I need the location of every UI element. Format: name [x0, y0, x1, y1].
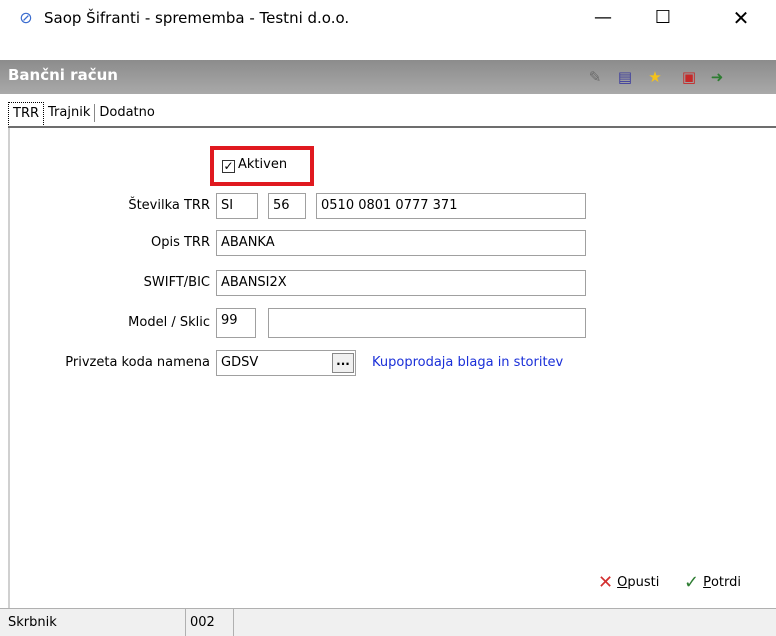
koda-label: Privzeta koda namena — [65, 355, 210, 370]
tab-underline — [8, 126, 776, 128]
exit-icon[interactable]: ➜ — [706, 66, 728, 88]
status-value: 002 — [186, 609, 234, 636]
app-logo-icon: ⊘ — [19, 8, 33, 27]
tab-trr[interactable]: TRR — [8, 101, 45, 125]
trr-check-field[interactable]: 56 — [268, 193, 306, 219]
cancel-button[interactable]: ✕ Opusti — [598, 568, 659, 596]
swift-label: SWIFT/BIC — [143, 275, 210, 290]
close-button[interactable]: ✕ — [718, 0, 764, 36]
page-title: Bančni račun — [8, 66, 118, 84]
opis-field[interactable]: ABANKA — [216, 230, 586, 256]
trr-number-field[interactable]: 0510 0801 0777 371 — [316, 193, 586, 219]
star-icon[interactable]: ★ — [644, 66, 666, 88]
tab-trajnik[interactable]: Trajnik — [44, 102, 94, 124]
window-title: Saop Šifranti - sprememba - Testni d.o.o… — [44, 9, 350, 27]
cancel-label: pusti — [627, 574, 660, 590]
active-checkbox[interactable]: ✓ — [222, 160, 235, 173]
cancel-hotkey: O — [617, 574, 628, 590]
maximize-button[interactable]: ☐ — [640, 0, 686, 36]
cancel-icon: ✕ — [598, 571, 614, 593]
swift-field[interactable]: ABANSI2X — [216, 270, 586, 296]
model-label: Model / Sklic — [128, 315, 210, 330]
record-header: Bančni račun ✎ ▤ ★ ▣ ➜ — [0, 60, 776, 94]
document-icon[interactable]: ▣ — [678, 66, 700, 88]
status-bar: Skrbnik 002 — [0, 608, 776, 636]
minimize-button[interactable]: — — [580, 0, 626, 36]
status-label: Skrbnik — [0, 609, 186, 636]
window-titlebar: ⊘ Saop Šifranti - sprememba - Testni d.o… — [0, 0, 776, 36]
trr-country-field[interactable]: SI — [216, 193, 258, 219]
tab-dodatno[interactable]: Dodatno — [95, 102, 158, 124]
list-icon[interactable]: ▤ — [614, 66, 636, 88]
confirm-button[interactable]: ✓ Potrdi — [684, 568, 741, 596]
panel-border — [8, 128, 10, 608]
browse-button[interactable]: ... — [332, 353, 354, 373]
trr-label: Številka TRR — [128, 198, 210, 213]
tab-strip: TRR Trajnik Dodatno — [8, 100, 159, 126]
checkmark-icon: ✓ — [684, 571, 700, 593]
opis-label: Opis TRR — [150, 235, 210, 250]
sklic-field[interactable] — [268, 308, 586, 338]
active-label: Aktiven — [238, 157, 288, 172]
edit-icon[interactable]: ✎ — [584, 66, 606, 88]
status-empty — [234, 609, 776, 636]
model-field[interactable]: 99 — [216, 308, 256, 338]
confirm-label: otrdi — [710, 574, 741, 590]
koda-description[interactable]: Kupoprodaja blaga in storitev — [372, 355, 563, 370]
confirm-hotkey: P — [703, 574, 711, 590]
